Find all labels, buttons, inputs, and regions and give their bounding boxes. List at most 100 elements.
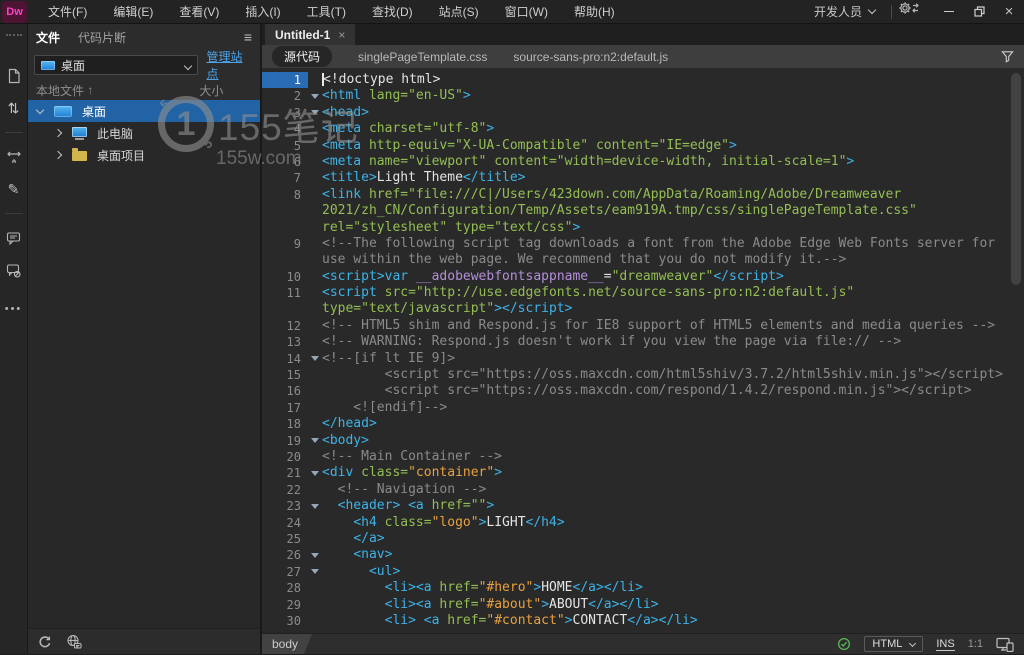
manage-sites-link[interactable]: 管理站点 [206, 48, 254, 82]
chevron-right-icon[interactable] [52, 130, 64, 136]
line-number[interactable] [262, 301, 308, 317]
workspace-switcher[interactable]: 开发人员 [804, 3, 885, 20]
code-row[interactable]: 20 <!-- Main Container --> [262, 449, 1024, 465]
comments-icon[interactable] [3, 226, 25, 250]
code-line[interactable]: <!-- HTML5 shim and Respond.js for IE8 s… [322, 318, 995, 334]
tree-item-folder[interactable]: 桌面项目 [28, 144, 260, 166]
fold-arrow-icon[interactable] [308, 498, 322, 514]
menu-item-file[interactable]: 文件(F) [35, 0, 100, 23]
code-row[interactable]: 1<!doctype html> [262, 72, 1024, 88]
line-number[interactable]: 10 [262, 269, 308, 285]
code-line[interactable]: <ul> [322, 564, 400, 580]
line-number[interactable]: 28 [262, 580, 308, 596]
line-number[interactable]: 15 [262, 367, 308, 383]
line-number[interactable]: 12 [262, 318, 308, 334]
fold-arrow-icon[interactable] [308, 433, 322, 449]
line-number[interactable]: 24 [262, 515, 308, 531]
code-row[interactable]: 23 <header> <a href=""> [262, 498, 1024, 514]
code-line[interactable]: <li> <a href="#contact">CONTACT</a></li> [322, 613, 698, 629]
code-line[interactable]: <!-- Navigation --> [322, 482, 486, 498]
related-file-1[interactable]: singlePageTemplate.css [358, 50, 487, 64]
line-number[interactable]: 21 [262, 465, 308, 481]
document-tab[interactable]: Untitled-1 × [265, 24, 355, 45]
code-row[interactable]: 2 <html lang="en-US"> [262, 88, 1024, 104]
code-row[interactable]: 18 </head> [262, 416, 1024, 432]
code-row[interactable]: 14<!--[if lt IE 9]> [262, 351, 1024, 367]
code-row[interactable]: 16 <script src="https://oss.maxcdn.com/r… [262, 383, 1024, 399]
column-local-files[interactable]: 本地文件 [36, 82, 84, 99]
tree-item-computer[interactable]: 此电脑 [28, 122, 260, 144]
code-row[interactable]: 5<meta http-equiv="X-UA-Compatible" cont… [262, 138, 1024, 154]
line-number[interactable]: 2 [262, 88, 308, 104]
line-number[interactable]: 17 [262, 400, 308, 416]
fold-arrow-icon[interactable] [308, 465, 322, 481]
line-number[interactable]: 4 [262, 121, 308, 137]
line-number[interactable]: 3 [262, 105, 308, 121]
line-number[interactable]: 23 [262, 498, 308, 514]
code-row[interactable]: 2021/zh_CN/Configuration/Temp/Assets/eam… [262, 203, 1024, 219]
code-view[interactable]: 1<!doctype html>2 <html lang="en-US"> 3 <he… [262, 68, 1024, 633]
code-line[interactable]: <header> <a href=""> [322, 498, 494, 514]
related-file-2[interactable]: source-sans-pro:n2:default.js [513, 50, 668, 64]
line-number[interactable]: 20 [262, 449, 308, 465]
code-row[interactable]: 22 <!-- Navigation --> [262, 482, 1024, 498]
line-number[interactable]: 18 [262, 416, 308, 432]
close-icon[interactable]: × [338, 28, 345, 42]
related-file-0[interactable]: 源代码 [272, 46, 332, 67]
code-line[interactable]: </head> [322, 416, 377, 432]
code-line[interactable]: <h4 class="logo">LIGHT</h4> [322, 515, 565, 531]
grip-icon[interactable] [3, 32, 25, 56]
files-tab-snippets[interactable]: 代码片断 [78, 29, 126, 46]
line-number[interactable]: 13 [262, 334, 308, 350]
comment-off-icon[interactable] [3, 258, 25, 282]
new-file-icon[interactable] [3, 64, 25, 88]
code-line[interactable]: </a> [322, 531, 385, 547]
code-line[interactable]: <script src="http://use.edgefonts.net/so… [322, 285, 854, 301]
connect-server-icon[interactable] [66, 634, 82, 649]
fold-arrow-icon[interactable] [308, 351, 322, 367]
code-row[interactable]: 6<meta name="viewport" content="width=de… [262, 154, 1024, 170]
doctype-dropdown[interactable]: HTML [864, 636, 923, 652]
code-row[interactable]: 9<!--The following script tag downloads … [262, 236, 1024, 252]
code-line[interactable]: <html lang="en-US"> [322, 88, 471, 104]
line-number[interactable]: 26 [262, 547, 308, 563]
code-line[interactable]: <script src="https://oss.maxcdn.com/html… [322, 367, 1003, 383]
code-row[interactable]: 30 <li> <a href="#contact">CONTACT</a></… [262, 613, 1024, 629]
menu-item-insert[interactable]: 插入(I) [232, 0, 293, 23]
code-line[interactable]: <!-- WARNING: Respond.js doesn't work if… [322, 334, 901, 350]
tag-selector-body[interactable]: body [262, 634, 312, 654]
edit-code-icon[interactable]: ✎ [3, 177, 25, 201]
code-line[interactable]: <div class="container"> [322, 465, 502, 481]
code-line[interactable]: <nav> [322, 547, 392, 563]
code-line[interactable]: <meta http-equiv="X-UA-Compatible" conte… [322, 138, 737, 154]
code-line[interactable]: <li><a href="#about">ABOUT</a></li> [322, 597, 659, 613]
code-row[interactable]: 10<script>var __adobewebfontsappname__="… [262, 269, 1024, 285]
code-line[interactable]: <meta name="viewport" content="width=dev… [322, 154, 854, 170]
code-line[interactable]: rel="stylesheet" type="text/css"> [322, 220, 580, 236]
vertical-scrollbar[interactable] [1011, 73, 1021, 285]
more-icon[interactable]: ••• [3, 290, 25, 314]
line-number[interactable]: 29 [262, 597, 308, 613]
code-line[interactable]: <!-- Main Container --> [322, 449, 502, 465]
panel-menu-icon[interactable]: ≡ [244, 29, 252, 45]
restore-button[interactable] [964, 0, 994, 23]
refresh-icon[interactable] [38, 635, 52, 649]
code-line[interactable]: <body> [322, 433, 369, 449]
code-line[interactable]: use within the web page. We recommend th… [322, 252, 846, 268]
insert-mode-toggle[interactable]: INS [936, 638, 954, 651]
line-number[interactable]: 25 [262, 531, 308, 547]
code-line[interactable]: <!--The following script tag downloads a… [322, 236, 995, 252]
code-line[interactable]: <script src="https://oss.maxcdn.com/resp… [322, 383, 972, 399]
live-inspect-icon[interactable] [3, 145, 25, 169]
code-line[interactable]: type="text/javascript"></script> [322, 301, 572, 317]
fold-arrow-icon[interactable] [308, 105, 322, 121]
menu-item-tools[interactable]: 工具(T) [294, 0, 359, 23]
file-transfer-icon[interactable]: ⇅ [3, 96, 25, 120]
code-line[interactable]: <![endif]--> [322, 400, 447, 416]
code-row[interactable]: 11<script src="http://use.edgefonts.net/… [262, 285, 1024, 301]
code-row[interactable]: use within the web page. We recommend th… [262, 252, 1024, 268]
code-line[interactable]: <title>Light Theme</title> [322, 170, 526, 186]
workspace-gear-icon[interactable] [898, 0, 920, 20]
code-row[interactable]: 25 </a> [262, 531, 1024, 547]
code-row[interactable]: 7<title>Light Theme</title> [262, 170, 1024, 186]
